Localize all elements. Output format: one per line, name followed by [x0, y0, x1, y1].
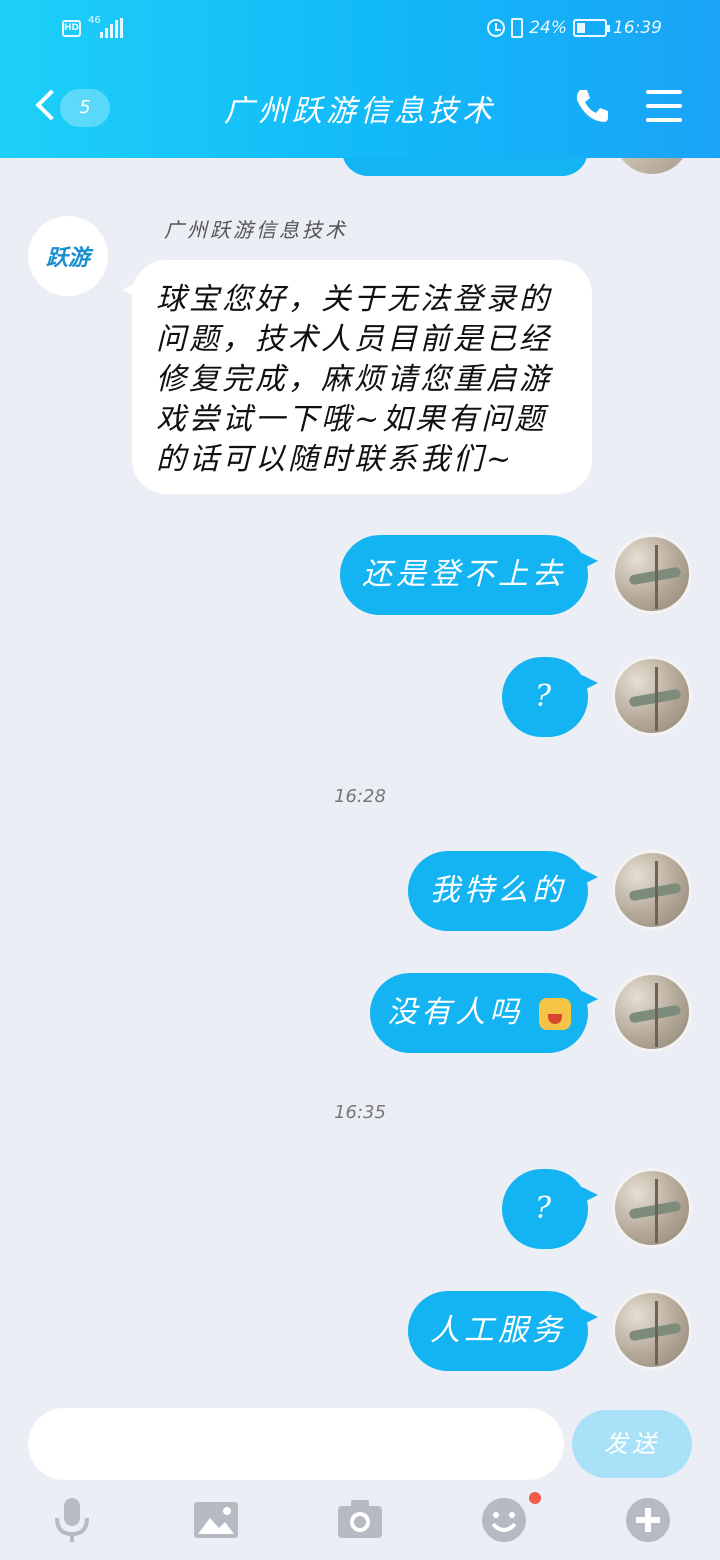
- status-right: 24% 16:39: [487, 18, 662, 38]
- send-button[interactable]: 发送: [572, 1410, 692, 1478]
- outgoing-message-text: 还是登不上去: [362, 557, 566, 592]
- outgoing-message-text: ?: [534, 1191, 556, 1226]
- alarm-icon: [487, 19, 506, 37]
- outgoing-message-text: 我特么的: [430, 873, 566, 908]
- vibrate-icon: [511, 18, 524, 38]
- outgoing-message-text: 人工服务: [430, 1313, 566, 1348]
- hd-icon: HD: [62, 20, 81, 37]
- my-avatar[interactable]: [612, 972, 692, 1052]
- signal-icon: [100, 18, 124, 38]
- outgoing-message[interactable]: ?: [502, 1169, 598, 1249]
- my-avatar[interactable]: [612, 1168, 692, 1248]
- network-label: 46: [88, 15, 101, 26]
- chat-header: HD 46 24% 16:39 5 广州跃游信息技术: [0, 0, 720, 158]
- incoming-message[interactable]: 球宝您好，关于无法登录的问题，技术人员目前是已经修复完成，麻烦请您重启游戏尝试一…: [122, 260, 592, 494]
- angry-emoji-icon: [538, 998, 571, 1030]
- battery-percent: 24%: [529, 18, 567, 38]
- my-avatar[interactable]: [612, 534, 692, 614]
- outgoing-message[interactable]: 我特么的: [408, 851, 598, 931]
- menu-icon[interactable]: [646, 90, 682, 122]
- bot-avatar[interactable]: 跃游: [28, 216, 108, 296]
- status-bar: HD 46 24% 16:39: [0, 0, 720, 58]
- image-icon[interactable]: [192, 1496, 240, 1544]
- bot-logo: 跃游: [45, 246, 90, 271]
- my-avatar[interactable]: [612, 1290, 692, 1370]
- bubble-tail: [122, 282, 138, 298]
- plus-icon[interactable]: [624, 1496, 672, 1544]
- my-avatar[interactable]: [612, 656, 692, 736]
- phone-glyph: [576, 90, 608, 122]
- outgoing-message-text: 没有人吗: [387, 995, 524, 1030]
- my-avatar[interactable]: [612, 850, 692, 930]
- clock: 16:39: [613, 18, 662, 38]
- phone-icon[interactable]: [572, 86, 612, 126]
- outgoing-message[interactable]: 没有人吗: [370, 973, 598, 1053]
- incoming-message-text: 球宝您好，关于无法登录的问题，技术人员目前是已经修复完成，麻烦请您重启游戏尝试一…: [156, 282, 552, 477]
- timestamp: 16:28: [334, 786, 386, 807]
- message-input[interactable]: [28, 1408, 564, 1480]
- outgoing-message[interactable]: ?: [502, 657, 598, 737]
- sender-name: 广州跃游信息技术: [164, 218, 348, 242]
- notification-dot: [529, 1492, 541, 1504]
- outgoing-message[interactable]: 人工服务: [408, 1291, 598, 1371]
- battery-icon: [573, 19, 610, 37]
- outgoing-message-text: ?: [534, 679, 556, 714]
- camera-icon[interactable]: [336, 1496, 384, 1544]
- timestamp: 16:35: [334, 1102, 386, 1123]
- chat-title: 广州跃游信息技术: [224, 94, 496, 129]
- microphone-icon[interactable]: [48, 1496, 96, 1544]
- outgoing-message[interactable]: 还是登不上去: [340, 535, 598, 615]
- emoji-icon[interactable]: [480, 1496, 528, 1544]
